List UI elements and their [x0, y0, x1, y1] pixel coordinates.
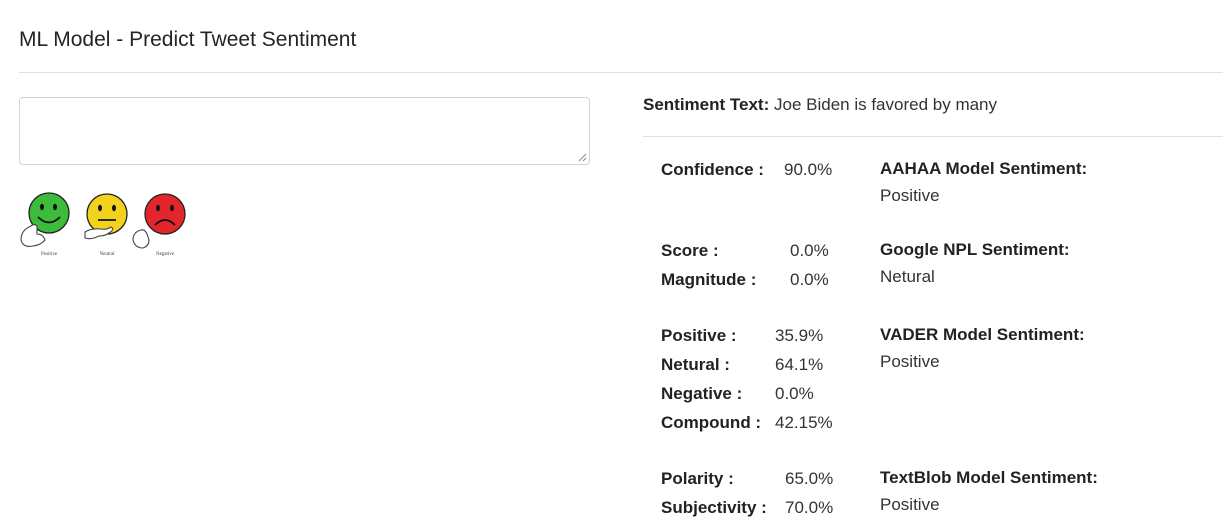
compound-value: 42.15%: [775, 413, 833, 432]
negative-value: 0.0%: [775, 384, 814, 403]
aahaa-model-sentiment: Positive: [880, 186, 940, 205]
aahaa-model-heading: AAHAA Model Sentiment:: [880, 159, 1088, 178]
negative-emoji-icon: [132, 193, 186, 249]
vader-model-heading: VADER Model Sentiment:: [880, 325, 1085, 344]
sentiment-text-value: Joe Biden is favored by many: [774, 95, 998, 114]
results-divider: [643, 136, 1223, 137]
score-value: 0.0%: [790, 241, 829, 260]
positive-emoji-icon: [20, 192, 70, 247]
positive-value: 35.9%: [775, 326, 824, 345]
score-label: Score :: [661, 241, 719, 260]
textblob-model-sentiment: Positive: [880, 495, 940, 514]
google-model-sentiment: Netural: [880, 267, 935, 286]
sentiment-text-label: Sentiment Text:: [643, 95, 770, 114]
magnitude-value: 0.0%: [790, 270, 829, 289]
google-model-heading: Google NPL Sentiment:: [880, 240, 1070, 259]
neutral-legend-label: Neutral: [100, 252, 116, 257]
negative-label: Negative :: [661, 384, 743, 403]
compound-label: Compound :: [661, 413, 762, 432]
polarity-label: Polarity :: [661, 469, 734, 488]
resize-handle-icon[interactable]: [577, 152, 587, 162]
negative-legend-label: Negative: [156, 252, 175, 257]
vader-model-sentiment: Positive: [880, 352, 940, 371]
textblob-model-heading: TextBlob Model Sentiment:: [880, 468, 1098, 487]
positive-label: Positive :: [661, 326, 737, 345]
polarity-value: 65.0%: [785, 469, 834, 488]
neutral-label: Netural :: [661, 355, 730, 374]
neutral-emoji-icon: [84, 193, 128, 240]
confidence-value: 90.0%: [784, 160, 833, 179]
subjectivity-value: 70.0%: [785, 498, 834, 517]
neutral-value: 64.1%: [775, 355, 824, 374]
tweet-text-input[interactable]: [19, 97, 590, 165]
sentiment-text-line: Sentiment Text: Joe Biden is favored by …: [643, 95, 997, 115]
magnitude-label: Magnitude :: [661, 270, 757, 289]
positive-legend-label: Positive: [41, 252, 58, 257]
confidence-label: Confidence :: [661, 160, 764, 179]
page-title: ML Model - Predict Tweet Sentiment: [19, 28, 357, 51]
sentiment-emoji-legend: Positive Neutral Negative: [20, 192, 186, 257]
subjectivity-label: Subjectivity :: [661, 498, 767, 517]
header-divider: [19, 72, 1223, 73]
